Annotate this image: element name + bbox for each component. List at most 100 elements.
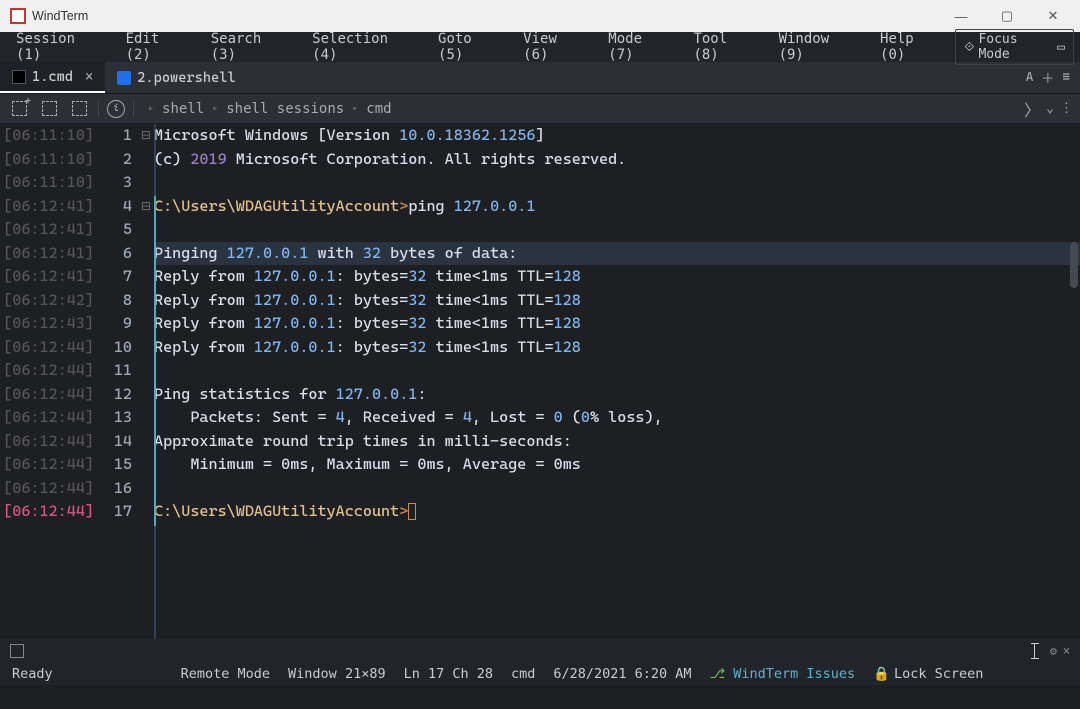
terminal-line: Reply from 127.0.0.1: bytes=32 time<1ms … [154, 289, 1080, 313]
fold-toggle [138, 477, 154, 501]
terminal-line [154, 171, 1080, 195]
line-number: 16 [100, 477, 132, 501]
menu-search[interactable]: Search (3) [201, 27, 302, 67]
line-number: 6 [100, 242, 132, 266]
fold-toggle [138, 406, 154, 430]
fold-toggle [138, 336, 154, 360]
status-window[interactable]: Window 21×89 [288, 666, 386, 682]
fold-toggle [138, 312, 154, 336]
bottom-toolbar: ⚙ × [0, 639, 1080, 663]
line-number: 12 [100, 383, 132, 407]
crumb-cmd[interactable]: cmd [366, 101, 391, 117]
menu-tool[interactable]: Tool (8) [683, 27, 768, 67]
chevron-right-icon: ▸ [148, 103, 154, 114]
info-icon[interactable]: i [107, 100, 125, 118]
add-tab-button[interactable]: ＋ [1041, 68, 1054, 87]
close-panel-button[interactable]: × [1063, 644, 1070, 658]
fold-toggle[interactable]: ⊟ [138, 124, 154, 148]
status-issues-label: WindTerm Issues [733, 666, 855, 682]
timestamp: [06:12:44] [0, 336, 94, 360]
menu-selection[interactable]: Selection (4) [302, 27, 428, 67]
tab-powershell[interactable]: 2.powershell [105, 62, 247, 93]
app-logo-icon [10, 8, 26, 24]
terminal-line [154, 477, 1080, 501]
caret-icon [1030, 643, 1040, 659]
tab-cmd-label: 1.cmd [32, 69, 73, 85]
scrollbar[interactable] [1070, 242, 1078, 288]
toolbar: i ▸ shell ▸ shell sessions ▸ cmd 〉 ⌄ ⋮ [0, 94, 1080, 124]
timestamp: [06:12:44] [0, 453, 94, 477]
line-number: 8 [100, 289, 132, 313]
timestamp: [06:12:41] [0, 265, 94, 289]
focus-mode-label: Focus Mode [978, 32, 1053, 62]
status-issues[interactable]: ⎇ WindTerm Issues [710, 666, 856, 682]
terminal-line: Reply from 127.0.0.1: bytes=32 time<1ms … [154, 336, 1080, 360]
line-number: 10 [100, 336, 132, 360]
fold-toggle [138, 148, 154, 172]
timestamp: [06:11:10] [0, 148, 94, 172]
tab-powershell-label: 2.powershell [137, 70, 235, 86]
menu-window[interactable]: Window (9) [769, 27, 870, 67]
status-ready: Ready [12, 666, 53, 682]
fold-toggle [138, 242, 154, 266]
status-mode[interactable]: Remote Mode [181, 666, 270, 682]
menubar: Session (1) Edit (2) Search (3) Selectio… [0, 32, 1080, 62]
status-bar: Ready Remote Mode Window 21×89 Ln 17 Ch … [0, 663, 1080, 685]
lock-icon: 🔒 [873, 666, 890, 682]
terminal-line: C:\Users\WDAGUtilityAccount> [154, 500, 1080, 524]
menu-view[interactable]: View (6) [513, 27, 598, 67]
menu-goto[interactable]: Goto (5) [428, 27, 513, 67]
status-position[interactable]: Ln 17 Ch 28 [404, 666, 493, 682]
terminal-line: C:\Users\WDAGUtilityAccount>ping 127.0.0… [154, 195, 1080, 219]
terminal-line [154, 359, 1080, 383]
line-number: 14 [100, 430, 132, 454]
terminal-line: Pinging 127.0.0.1 with 32 bytes of data: [154, 242, 1080, 266]
timestamp: [06:11:10] [0, 124, 94, 148]
line-number: 9 [100, 312, 132, 336]
fold-toggle [138, 383, 154, 407]
crumb-shell[interactable]: shell [162, 101, 204, 117]
branch-icon: ⎇ [710, 666, 726, 682]
chevron-right-icon: ▸ [352, 103, 358, 114]
new-window-button[interactable] [8, 98, 30, 120]
crumb-sessions[interactable]: shell sessions [226, 101, 344, 117]
line-number: 1 [100, 124, 132, 148]
tab-close-button[interactable]: × [85, 69, 93, 85]
focus-mode-button[interactable]: ⟐ Focus Mode ▭ [955, 29, 1074, 65]
terminal[interactable]: [06:11:10][06:11:10][06:11:10][06:12:41]… [0, 124, 1080, 639]
timestamp: [06:12:41] [0, 218, 94, 242]
maximize-button[interactable]: ▢ [984, 0, 1030, 32]
tab-list-button[interactable]: ≡ [1062, 70, 1070, 85]
menu-mode[interactable]: Mode (7) [598, 27, 683, 67]
status-lock-label: Lock Screen [894, 666, 983, 682]
line-number: 4 [100, 195, 132, 219]
cmd-icon [12, 70, 26, 84]
fold-toggle[interactable]: ⊟ [138, 195, 154, 219]
nav-dropdown-button[interactable]: ⌄ [1046, 101, 1054, 116]
fold-toggle [138, 289, 154, 313]
menu-help[interactable]: Help (0) [870, 27, 955, 67]
cursor [408, 503, 416, 520]
timestamp: [06:12:44] [0, 430, 94, 454]
layout-a-button[interactable] [38, 98, 60, 120]
line-number: 3 [100, 171, 132, 195]
status-lock[interactable]: 🔒Lock Screen [873, 666, 983, 682]
settings-gear-icon[interactable]: ⚙ [1050, 644, 1057, 658]
nav-next-button[interactable]: 〉 [1024, 97, 1040, 121]
menu-session[interactable]: Session (1) [6, 27, 116, 67]
terminal-line: Ping statistics for 127.0.0.1: [154, 383, 1080, 407]
close-button[interactable]: ✕ [1030, 0, 1076, 32]
menu-edit[interactable]: Edit (2) [116, 27, 201, 67]
more-button[interactable]: ⋮ [1060, 101, 1072, 116]
tab-cmd[interactable]: 1.cmd × [0, 62, 105, 93]
timestamp: [06:12:42] [0, 289, 94, 313]
status-shell[interactable]: cmd [511, 666, 535, 682]
terminal-line [154, 218, 1080, 242]
timestamp: [06:12:41] [0, 195, 94, 219]
terminal-line: (c) 2019 Microsoft Corporation. All righ… [154, 148, 1080, 172]
panel-icon[interactable] [10, 644, 24, 658]
font-a-button[interactable]: A [1026, 70, 1034, 85]
timestamp: [06:12:43] [0, 312, 94, 336]
layout-b-button[interactable] [68, 98, 90, 120]
timestamp: [06:12:41] [0, 242, 94, 266]
